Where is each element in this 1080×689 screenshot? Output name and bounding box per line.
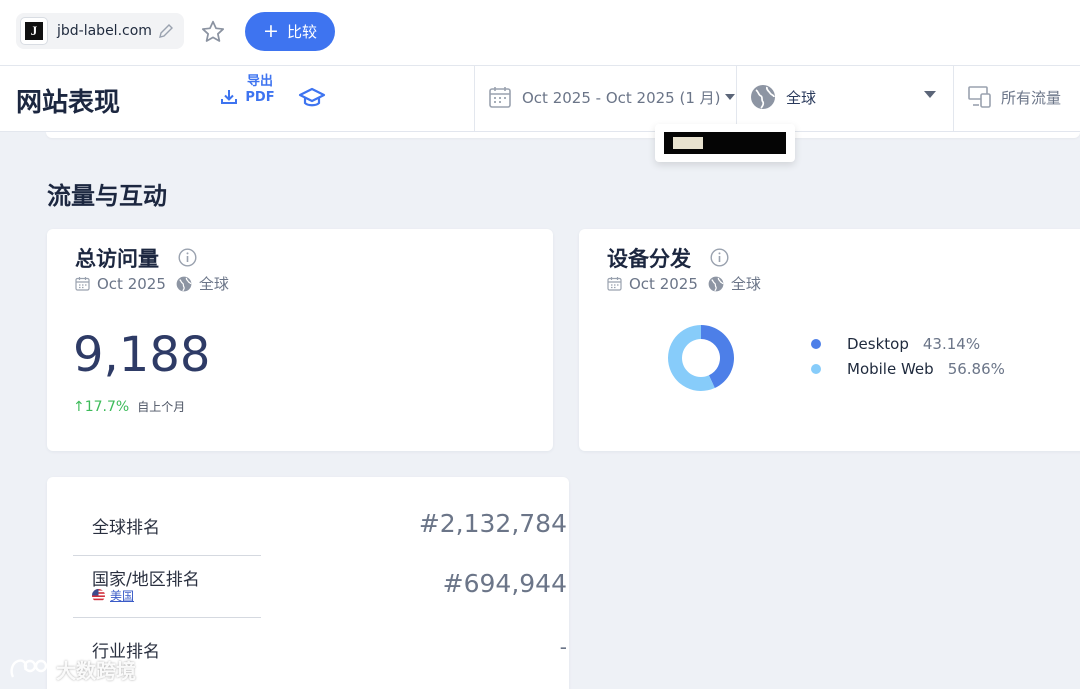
rank-value: #2,132,784	[418, 509, 567, 538]
industry-rank-row: 行业排名 -	[73, 617, 567, 687]
info-icon[interactable]	[178, 248, 197, 267]
pencil-icon[interactable]	[158, 23, 174, 39]
country-link[interactable]: 美国	[92, 587, 134, 604]
card-region: 全球	[730, 275, 761, 293]
divider	[474, 66, 475, 132]
top-bar: J jbd-label.com + 比较	[0, 0, 1080, 66]
export-pdf-button[interactable]: 导出 PDF	[243, 74, 277, 106]
globe-icon	[708, 276, 724, 291]
plus-icon: +	[263, 20, 279, 42]
compare-button[interactable]: + 比较	[245, 12, 335, 51]
site-logo: J	[20, 17, 48, 45]
global-rank-row: 全球排名 #2,132,784	[73, 477, 567, 555]
card-title: 总访问量	[75, 247, 159, 271]
device-distribution-card: 设备分发 Oct 2025 全球 Desktop 43.14% Mobile Web…	[579, 229, 1080, 451]
traffic-type-text: 所有流量	[1001, 88, 1062, 107]
download-icon[interactable]	[220, 88, 238, 106]
chevron-down-icon	[724, 94, 735, 100]
device-donut-chart	[668, 325, 734, 391]
rank-value: #694,944	[442, 569, 567, 598]
legend-dot	[811, 338, 821, 349]
device-legend: Desktop 43.14% Mobile Web 56.86%	[811, 331, 1005, 381]
star-icon[interactable]	[200, 19, 226, 45]
watermark-text: 大数跨境	[56, 659, 136, 683]
country-rank-row: 国家/地区排名 美国 #694,944	[73, 555, 567, 617]
site-logo-letter: J	[25, 22, 43, 40]
card-date: Oct 2025	[629, 274, 698, 293]
legend-item[interactable]: Mobile Web 56.86%	[811, 356, 1005, 381]
watermark: 大数跨境	[8, 655, 136, 684]
change-percent-value: 17.7%	[84, 399, 130, 415]
thumbnail-logo	[673, 137, 703, 149]
thumbnail-image	[664, 132, 786, 154]
legend-label: Mobile Web	[847, 359, 934, 378]
rank-value: -	[559, 635, 567, 659]
globe-icon	[751, 85, 775, 109]
section-title: 流量与互动	[47, 182, 167, 210]
summary-strip	[46, 132, 1080, 138]
divider	[953, 66, 954, 132]
graduation-cap-icon[interactable]	[298, 86, 326, 110]
total-visits-card: 总访问量 Oct 2025 全球 9,188 ↑17.7% 自上个月	[47, 229, 553, 451]
page-title: 网站表现	[16, 88, 121, 118]
legend-value: 56.86%	[947, 359, 1005, 378]
region-picker[interactable]: 全球	[750, 84, 940, 110]
watermark-logo-icon	[10, 658, 48, 678]
site-name: jbd-label.com	[57, 23, 152, 39]
calendar-icon	[489, 87, 511, 108]
card-meta: Oct 2025 全球	[607, 273, 761, 294]
arrow-up-icon: ↑	[73, 399, 85, 415]
divider	[736, 66, 737, 132]
globe-icon	[176, 276, 192, 291]
us-flag-icon	[92, 589, 105, 602]
country-name[interactable]: 美国	[110, 587, 134, 604]
legend-dot	[811, 363, 821, 374]
calendar-icon	[75, 277, 90, 291]
card-meta: Oct 2025 全球	[75, 273, 229, 294]
calendar-icon	[607, 277, 622, 291]
report-header: 网站表现 导出 PDF Oct 2025 - Oct 2025 (1 月) 全球	[0, 66, 1080, 132]
region-text: 全球	[786, 88, 817, 107]
visits-change: ↑17.7% 自上个月	[73, 398, 185, 415]
site-screenshot-thumbnail[interactable]	[655, 124, 795, 162]
card-title: 设备分发	[607, 247, 691, 271]
card-date: Oct 2025	[97, 274, 166, 293]
site-chip[interactable]: J jbd-label.com	[16, 13, 184, 49]
chevron-down-icon	[924, 91, 936, 98]
date-range-picker[interactable]: Oct 2025 - Oct 2025 (1 月)	[488, 85, 735, 109]
legend-label: Desktop	[847, 334, 909, 353]
change-label: 自上个月	[137, 400, 186, 414]
total-visits-value: 9,188	[73, 327, 211, 383]
info-icon[interactable]	[710, 248, 729, 267]
date-range-text: Oct 2025 - Oct 2025 (1 月)	[522, 88, 721, 107]
devices-icon	[968, 86, 991, 108]
card-region: 全球	[198, 275, 229, 293]
compare-label: 比较	[286, 23, 317, 41]
legend-value: 43.14%	[922, 334, 981, 353]
change-percent: ↑17.7%	[73, 399, 129, 415]
legend-item[interactable]: Desktop 43.14%	[811, 331, 1005, 356]
traffic-type-picker[interactable]: 所有流量	[967, 85, 1061, 109]
rank-label: 全球排名	[92, 518, 160, 538]
